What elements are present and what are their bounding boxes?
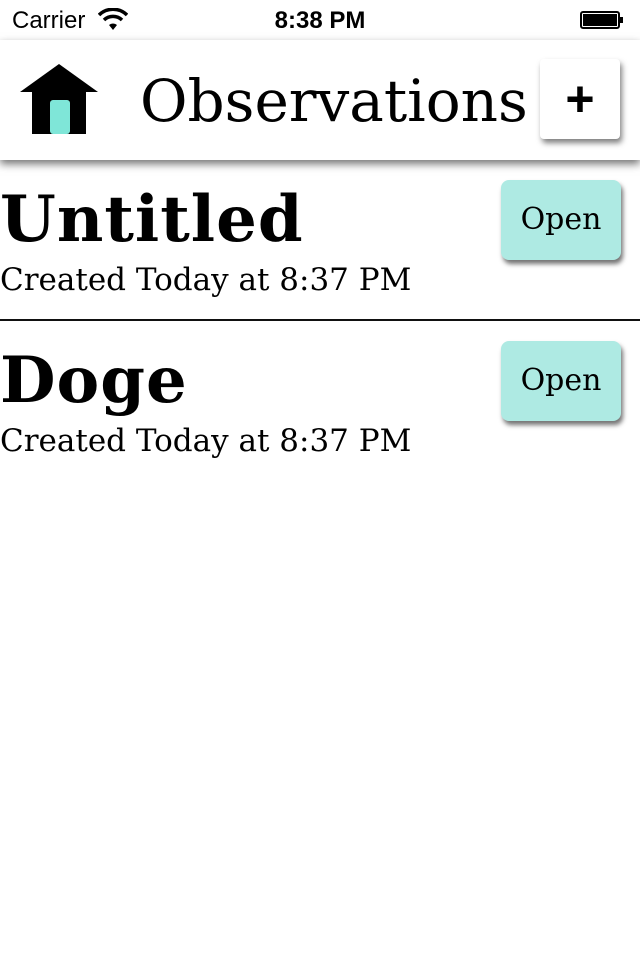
battery-icon [580,11,623,29]
list-item: Untitled Created Today at 8:37 PM Open [0,160,640,321]
open-button[interactable]: Open [501,180,621,260]
home-icon[interactable] [18,62,100,136]
add-observation-button[interactable]: + [540,59,620,139]
list-item: Doge Created Today at 8:37 PM Open [0,321,640,482]
page-title: Observations [140,67,528,135]
open-button[interactable]: Open [501,341,621,421]
observation-title: Doge [0,343,188,418]
status-bar: Carrier 8:38 PM [0,0,640,40]
observation-list: Untitled Created Today at 8:37 PM Open D… [0,160,640,482]
observation-created: Created Today at 8:37 PM [0,423,412,459]
status-time: 8:38 PM [274,7,366,34]
nav-bar: Observations + [0,40,640,160]
observation-created: Created Today at 8:37 PM [0,262,412,298]
observation-title: Untitled [0,182,304,257]
